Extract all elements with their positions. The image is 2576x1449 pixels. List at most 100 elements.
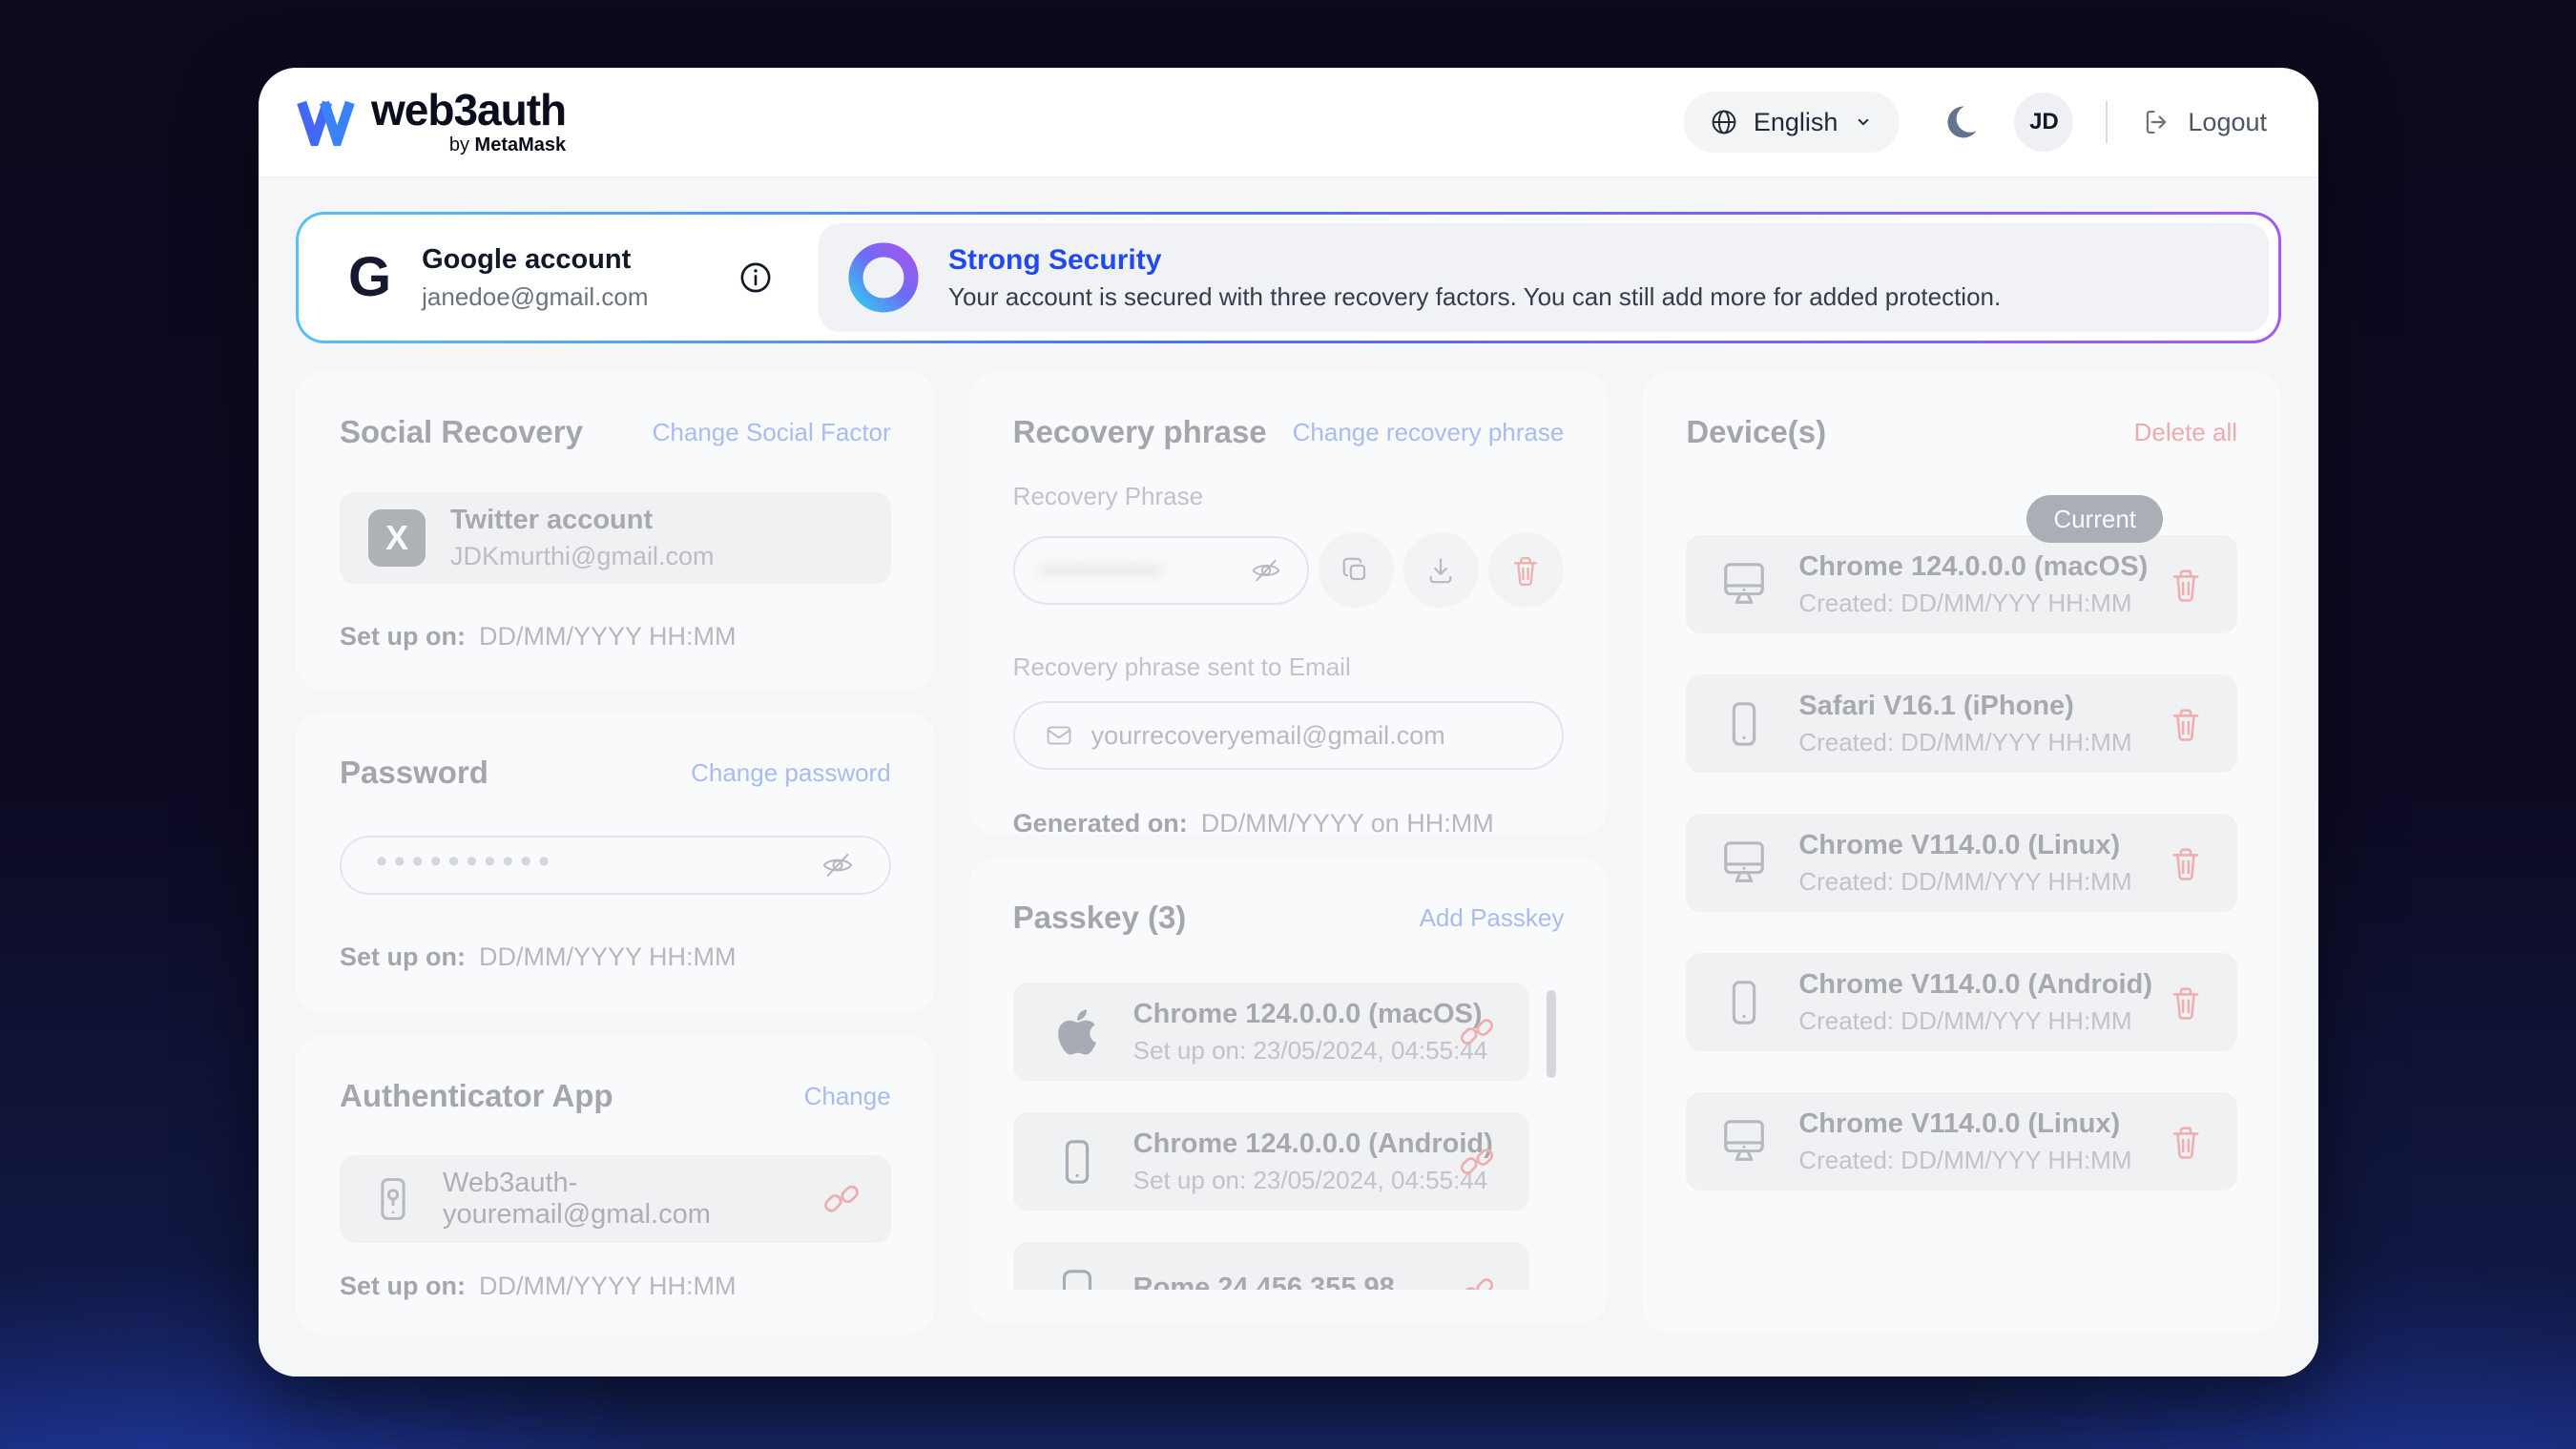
header-actions: English JD Logout [1684,92,2267,153]
device-item: Chrome V114.0.0 (Android) Created: DD/MM… [1686,953,2237,1051]
device-list: Current Chrome 124.0.0.0 (macOS) Created… [1686,472,2237,1190]
eye-off-icon[interactable] [821,848,855,882]
passkey-device-icon [1049,1004,1105,1060]
twitter-account-row: X Twitter account JDKmurthi@gmail.com [340,492,891,584]
brand-name: web3auth [371,88,566,132]
add-passkey-link[interactable]: Add Passkey [1420,903,1565,933]
unlink-passkey-icon[interactable] [1457,1012,1497,1052]
change-authenticator-link[interactable]: Change [804,1082,891,1111]
device-name: Chrome V114.0.0 (Android) [1798,969,2152,1001]
dark-mode-toggle[interactable] [1942,103,1980,141]
device-type-icon [1716,696,1772,752]
recovery-phrase-field[interactable]: •••••••••••••• [1013,536,1309,605]
web3auth-w-icon [297,98,356,146]
device-created-meta: Created: DD/MM/YYY HH:MM [1798,867,2131,897]
user-avatar[interactable]: JD [2014,93,2073,152]
twitter-account-email: JDKmurthi@gmail.com [450,542,714,571]
logout-icon [2140,106,2172,138]
delete-all-link[interactable]: Delete all [2134,418,2237,447]
info-icon[interactable] [735,257,777,299]
devices-card: Device(s) Delete all Current Chrome 124.… [1642,372,2281,1334]
setup-on-label: Set up on: [340,622,466,652]
password-field[interactable]: •••••••••• [340,836,891,895]
device-type-icon [1716,836,1772,891]
web3auth-dashboard: web3auth by MetaMask English JD Logout [259,68,2318,1377]
change-password-link[interactable]: Change password [691,758,891,788]
recovery-email-label: Recovery phrase sent to Email [1013,652,1565,682]
main-content: G Google account janedoe@gmail.com Stron… [259,177,2318,1377]
twitter-account-title: Twitter account [450,505,714,536]
device-name: Chrome V114.0.0 (Linux) [1798,1108,2131,1140]
factors-grid: Social Recovery Change Social Factor X T… [296,372,2281,1335]
download-icon [1423,553,1458,588]
globe-icon [1709,107,1739,137]
passkey-scrollbar[interactable] [1547,990,1556,1078]
eye-off-icon[interactable] [1250,554,1282,587]
security-status-description: Your account is secured with three recov… [948,282,2001,312]
passkey-name: Chrome 124.0.0.0 (Android) [1133,1128,1458,1160]
logout-label: Logout [2188,108,2267,137]
recovery-phrase-card: Recovery phrase Change recovery phrase R… [969,372,1609,835]
security-ring-icon [847,241,920,314]
provider-title: Google account [422,244,648,276]
delete-device-icon[interactable] [2167,983,2205,1022]
authenticator-phone-icon [368,1174,418,1224]
password-card: Password Change password •••••••••• Set … [296,713,935,1013]
brand-logo: web3auth by MetaMask [297,88,566,156]
language-selector[interactable]: English [1684,92,1901,153]
authenticator-account: Web3auth-youremail@gmal.com [443,1168,821,1231]
devices-title: Device(s) [1686,414,1826,450]
password-title: Password [340,755,488,791]
change-social-factor-link[interactable]: Change Social Factor [653,418,891,447]
recovery-email-value: yourrecoveryemail@gmail.com [1091,721,1445,751]
google-icon: G [348,250,391,305]
passkey-name: Rome 24.456.355.98 [1133,1273,1395,1290]
unlink-passkey-icon[interactable] [1457,1272,1497,1291]
generated-on-value: DD/MM/YYYY on HH:MM [1201,809,1494,838]
generated-on-label: Generated on: [1013,809,1188,838]
delete-phrase-button[interactable] [1488,532,1564,608]
security-status-panel: Strong Security Your account is secured … [819,223,2269,332]
passkey-name: Chrome 124.0.0.0 (macOS) [1133,999,1458,1030]
passkey-list: Chrome 124.0.0.0 (macOS) Set up on: 23/0… [1013,983,1565,1290]
brand-wordmark: web3auth by MetaMask [371,88,566,156]
unlink-icon[interactable] [821,1178,862,1220]
delete-device-icon[interactable] [2167,705,2205,743]
delete-device-icon[interactable] [2167,844,2205,882]
login-provider: G Google account janedoe@gmail.com [299,244,819,312]
passkey-item: Rome 24.456.355.98 [1013,1242,1530,1290]
download-phrase-button[interactable] [1403,532,1479,608]
setup-on-label: Set up on: [340,1272,466,1301]
unlink-passkey-icon[interactable] [1457,1142,1497,1182]
recovery-email-field[interactable]: yourrecoveryemail@gmail.com [1013,701,1565,770]
change-recovery-phrase-link[interactable]: Change recovery phrase [1293,418,1565,447]
column-left: Social Recovery Change Social Factor X T… [296,372,935,1335]
delete-device-icon[interactable] [2167,1123,2205,1161]
device-name: Safari V16.1 (iPhone) [1798,691,2131,722]
setup-on-label: Set up on: [340,942,466,972]
passkey-item: Chrome 124.0.0.0 (Android) Set up on: 23… [1013,1112,1530,1211]
device-item: Current Chrome 124.0.0.0 (macOS) Created… [1686,535,2237,633]
social-recovery-title: Social Recovery [340,414,583,450]
device-created-meta: Created: DD/MM/YYY HH:MM [1798,1146,2131,1175]
column-middle: Recovery phrase Change recovery phrase R… [969,372,1609,1335]
x-twitter-icon: X [368,509,426,567]
security-status-title: Strong Security [948,244,2001,277]
copy-phrase-button[interactable] [1319,532,1394,608]
current-device-badge: Current [2026,495,2163,543]
setup-on-value: DD/MM/YYYY HH:MM [479,942,737,972]
recovery-phrase-masked: •••••••••••••• [1040,555,1161,585]
device-name: Chrome 124.0.0.0 (macOS) [1798,551,2148,583]
passkey-item: Chrome 124.0.0.0 (macOS) Set up on: 23/0… [1013,983,1530,1081]
copy-icon [1339,553,1373,588]
authenticator-app-card: Authenticator App Change Web3auth-yourem… [296,1036,935,1335]
passkey-title: Passkey (3) [1013,900,1187,936]
passkey-device-icon [1049,1264,1105,1291]
device-type-icon [1716,557,1772,612]
brand-byline: by MetaMask [449,135,566,156]
delete-device-icon[interactable] [2167,566,2205,604]
logout-button[interactable]: Logout [2140,106,2267,138]
chevron-down-icon [1852,111,1875,134]
language-label: English [1754,108,1839,137]
recovery-phrase-label: Recovery Phrase [1013,482,1565,511]
